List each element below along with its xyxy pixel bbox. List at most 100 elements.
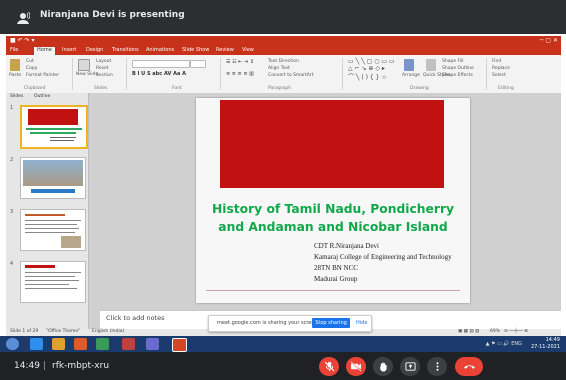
theme-name: "Office Theme" [46, 329, 81, 334]
quick-access-toolbar[interactable]: ■ ↶ ↷ ▾ [10, 37, 34, 44]
slide-subtitle-line[interactable]: Madurai Group [314, 275, 357, 283]
align-text-button[interactable]: Align Text [268, 66, 290, 71]
shapes-gallery[interactable]: ▭ ╲ ╲ ▢ ○ ▭ ▭ △ ⌐ ↘ ⊕ ◇ ▸ ⌒ ╲ ( ) { } ☆ [348, 58, 395, 81]
shape-effects-button[interactable]: Shape Effects [442, 73, 473, 78]
slide-title[interactable]: History of Tamil Nadu, Pondicherry and A… [202, 200, 464, 236]
new-slide-button[interactable]: New Slide [76, 72, 98, 77]
replace-button[interactable]: Replace [492, 66, 510, 71]
main-slide[interactable]: History of Tamil Nadu, Pondicherry and A… [196, 98, 470, 303]
view-buttons[interactable]: ▣ ▦ ▤ ▥ [458, 329, 479, 334]
share-notice-text: meet.google.com is sharing your screen. [217, 320, 320, 326]
section-button[interactable]: Section [96, 73, 113, 78]
leave-call-button[interactable] [455, 357, 483, 376]
list-buttons[interactable]: ☰ ☷ ⇤ ⇥ ↕ [226, 59, 254, 65]
powerpoint-icon[interactable] [172, 338, 187, 352]
meeting-code: rfk-mbpt-xru [52, 361, 110, 371]
slide-thumbnail-panel: Slides Outline 1 2 3 4 [6, 93, 89, 329]
tab-slide-show[interactable]: Slide Show [182, 47, 209, 53]
mic-off-button[interactable] [319, 357, 339, 376]
ribbon: Paste Cut Copy Format Painter Clipboard … [6, 55, 561, 94]
tab-transitions[interactable]: Transitions [112, 47, 139, 53]
system-tray[interactable]: ▲ ⚑ ▭ 🔊 ENG [486, 341, 522, 347]
tray-language: ENG [511, 341, 522, 347]
reset-button[interactable]: Reset [96, 66, 109, 71]
arrange-button[interactable]: Arrange [402, 73, 420, 78]
convert-smartart-button[interactable]: Convert to SmartArt [268, 73, 313, 78]
hide-button[interactable]: Hide [356, 320, 367, 326]
shared-screen: ■ ↶ ↷ ▾ ─ ▢ ✕ File Home Insert Design Tr… [0, 34, 566, 352]
slide-subtitle-line[interactable]: 28TN BN NCC [314, 264, 358, 272]
paste-icon[interactable] [10, 59, 20, 71]
panel-tabs: Slides Outline [8, 94, 86, 101]
slide-thumbnail[interactable] [20, 209, 86, 251]
divider [220, 58, 221, 90]
tab-file[interactable]: File [10, 47, 18, 53]
folder-icon[interactable] [52, 338, 65, 350]
chrome-icon[interactable] [96, 338, 109, 350]
ie-icon[interactable] [30, 338, 43, 350]
media-player-icon[interactable] [74, 338, 87, 350]
window-controls[interactable]: ─ ▢ ✕ [540, 37, 558, 44]
mic-off-icon [324, 361, 334, 372]
format-painter-button[interactable]: Format Painter [26, 73, 59, 78]
tab-slides-panel[interactable]: Slides [10, 94, 23, 99]
tab-outline-panel[interactable]: Outline [34, 94, 50, 99]
slide-thumbnail[interactable] [20, 105, 88, 149]
ppt-title-bar: ■ ↶ ↷ ▾ ─ ▢ ✕ [6, 36, 561, 46]
divider [486, 58, 487, 90]
camera-off-button[interactable] [346, 357, 366, 376]
presenting-icon [16, 10, 31, 24]
drawing-group-label: Drawing [410, 86, 429, 91]
ribbon-tabs: File Home Insert Design Transitions Anim… [6, 46, 561, 55]
tab-review[interactable]: Review [216, 47, 234, 53]
text-direction-button[interactable]: Text Direction [268, 59, 299, 64]
meeting-time: 14:49 [14, 361, 40, 371]
shape-outline-button[interactable]: Shape Outline [442, 66, 474, 71]
slide-thumbnail[interactable] [20, 157, 86, 199]
select-button[interactable]: Select [492, 73, 506, 78]
layout-button[interactable]: Layout [96, 59, 111, 64]
stop-sharing-button[interactable]: Stop sharing [312, 318, 350, 328]
font-size-box[interactable] [190, 60, 206, 68]
zoom-slider[interactable]: ⊖ ──┼── ⊕ [504, 329, 528, 334]
tab-design[interactable]: Design [86, 47, 103, 53]
slide-thumbnail[interactable] [20, 261, 86, 303]
arrange-icon[interactable] [404, 59, 414, 71]
tab-animations[interactable]: Animations [146, 47, 174, 53]
raise-hand-button[interactable] [373, 357, 393, 376]
slide-count: Slide 1 of 29 [10, 329, 39, 334]
tab-home[interactable]: Home [34, 47, 55, 55]
cut-button[interactable]: Cut [26, 59, 34, 64]
new-slide-icon[interactable] [78, 59, 90, 71]
tab-view[interactable]: View [242, 47, 254, 53]
taskbar-time: 14:49 [545, 337, 560, 343]
align-buttons[interactable]: ≡ ≡ ≡ ≡ ▥ [226, 71, 254, 77]
font-name-box[interactable] [132, 60, 190, 68]
taskbar-date: 27-11-2021 [530, 344, 560, 350]
find-button[interactable]: Find [492, 59, 501, 64]
divider [126, 58, 127, 90]
windows-taskbar: ▲ ⚑ ▭ 🔊 ENG 14:49 27-11-2021 [0, 336, 566, 352]
present-icon [404, 362, 416, 371]
screen-share-notice: meet.google.com is sharing your screen. … [208, 315, 372, 332]
taskbar-clock[interactable]: 14:49 27-11-2021 [531, 337, 560, 351]
chrome-icon[interactable] [122, 338, 135, 350]
paste-button[interactable]: Paste [9, 73, 21, 78]
app-icon[interactable] [146, 338, 159, 350]
slide-subtitle-line[interactable]: Kamaraj College of Engineering and Techn… [314, 253, 452, 261]
more-options-button[interactable] [427, 357, 447, 376]
tab-insert[interactable]: Insert [62, 47, 76, 53]
slide-subtitle-line[interactable]: CDT R.Niranjana Devi [314, 242, 379, 250]
slides-group-label: Slides [94, 86, 108, 91]
font-style-buttons[interactable]: B I U S abc AV Aa A [132, 71, 186, 77]
meeting-controls-bar: 14:49 | rfk-mbpt-xru [0, 352, 566, 380]
quick-styles-icon[interactable] [426, 59, 436, 71]
thumb-number: 3 [10, 209, 14, 215]
present-button[interactable] [400, 357, 420, 376]
start-icon[interactable] [6, 338, 19, 350]
hand-icon [379, 362, 387, 372]
copy-button[interactable]: Copy [26, 66, 37, 71]
shape-fill-button[interactable]: Shape Fill [442, 59, 464, 64]
separator: | [43, 361, 47, 371]
divider [342, 58, 343, 90]
